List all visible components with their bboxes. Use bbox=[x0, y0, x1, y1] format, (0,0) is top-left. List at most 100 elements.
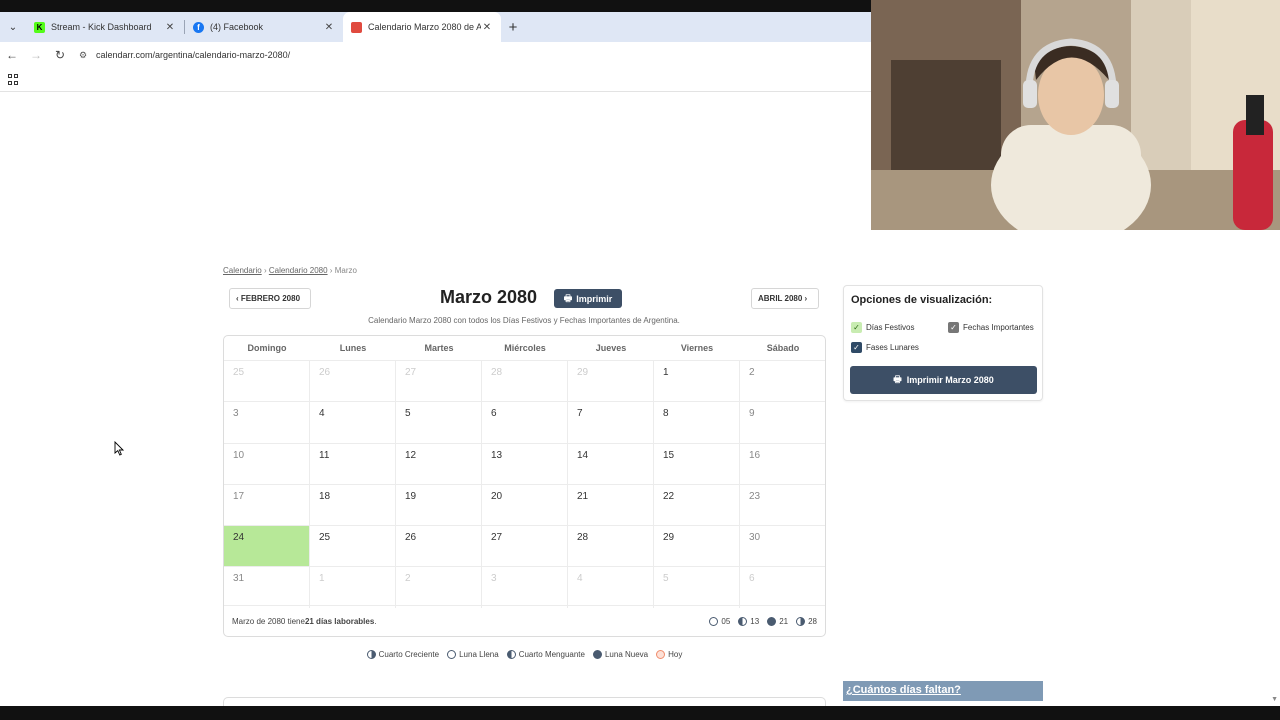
day-cell[interactable]: 29 bbox=[568, 360, 654, 402]
day-cell[interactable]: 27 bbox=[396, 360, 482, 402]
forward-arrow-icon[interactable]: → bbox=[24, 48, 48, 62]
option-label: Fases Lunares bbox=[866, 343, 919, 352]
bottom-strip bbox=[0, 706, 1280, 720]
moon-phase-item: 28 bbox=[796, 616, 817, 626]
day-cell[interactable]: 7 bbox=[568, 401, 654, 443]
day-cell[interactable]: 5 bbox=[654, 566, 740, 608]
first-quarter-icon bbox=[796, 616, 806, 626]
day-cell[interactable]: 23 bbox=[740, 483, 825, 525]
full-moon-icon bbox=[709, 616, 719, 626]
options-title: Opciones de visualización: bbox=[851, 294, 993, 306]
tab-kick[interactable]: K Stream - Kick Dashboard ✕ bbox=[26, 12, 184, 42]
option-fases-lunares[interactable]: ✓ Fases Lunares bbox=[851, 342, 919, 353]
day-cell[interactable]: 25 bbox=[310, 525, 396, 567]
mouse-cursor-icon bbox=[114, 440, 125, 461]
day-cell[interactable]: 28 bbox=[568, 525, 654, 567]
moon-phase-day: 28 bbox=[808, 616, 817, 626]
tab-bar: ⌄ K Stream - Kick Dashboard ✕ f (4) Face… bbox=[0, 12, 872, 42]
day-cell[interactable]: 29 bbox=[654, 525, 740, 567]
day-cell[interactable]: 11 bbox=[310, 442, 396, 484]
day-cell[interactable]: 8 bbox=[654, 401, 740, 443]
prev-month-button[interactable]: ‹ FEBRERO 2080 bbox=[229, 288, 311, 309]
day-cell[interactable]: 17 bbox=[224, 483, 310, 526]
page-title: Marzo 2080 bbox=[440, 287, 538, 307]
prev-month-label: FEBRERO 2080 bbox=[240, 294, 301, 303]
day-grid: 25 26 27 28 29 1 2 3 4 5 6 7 8 9 10 11 12 13 14 15 16 17 18 19 2… bbox=[224, 360, 825, 608]
day-cell[interactable]: 18 bbox=[310, 483, 396, 526]
day-cell[interactable]: 2 bbox=[740, 360, 825, 401]
breadcrumb-link-2080[interactable]: Calendario 2080 bbox=[269, 266, 328, 275]
day-cell[interactable]: 21 bbox=[568, 483, 654, 526]
print-month-button[interactable]: 🖶 Imprimir Marzo 2080 bbox=[850, 366, 1037, 394]
day-cell[interactable]: 13 bbox=[482, 442, 568, 484]
checkbox-checked-icon[interactable]: ✓ bbox=[948, 322, 959, 333]
option-dias-festivos[interactable]: ✓ Días Festivos bbox=[851, 322, 914, 333]
workdays-count: 21 días laborables bbox=[304, 616, 375, 626]
day-cell[interactable]: 19 bbox=[396, 483, 482, 526]
day-cell[interactable]: 4 bbox=[310, 401, 396, 443]
scroll-down-icon[interactable]: ▼ bbox=[1271, 696, 1278, 703]
url-field[interactable]: calendarr.com/argentina/calendario-marzo… bbox=[96, 50, 290, 60]
calendar-legend: Cuarto Creciente Luna Llena Cuarto Menguan… bbox=[223, 650, 826, 659]
day-cell[interactable]: 28 bbox=[482, 360, 568, 402]
day-cell-today[interactable]: 24 bbox=[224, 525, 310, 567]
day-cell[interactable]: 9 bbox=[740, 401, 825, 442]
day-cell[interactable]: 27 bbox=[482, 525, 568, 567]
day-cell[interactable]: 20 bbox=[482, 483, 568, 526]
weekday-label: Martes bbox=[424, 343, 454, 353]
day-cell[interactable]: 10 bbox=[224, 442, 310, 484]
new-moon-icon bbox=[592, 650, 602, 659]
moon-phase-item: 05 bbox=[709, 616, 731, 626]
reload-icon[interactable]: ↻ bbox=[48, 48, 72, 62]
checkbox-checked-icon[interactable]: ✓ bbox=[851, 322, 862, 333]
moon-phase-day: 13 bbox=[750, 616, 760, 626]
weekday-label: Jueves bbox=[595, 343, 627, 353]
day-cell[interactable]: 30 bbox=[740, 525, 825, 566]
moon-phase-day: 21 bbox=[779, 616, 789, 626]
countdown-link[interactable]: ¿Cuántos días faltan? bbox=[843, 681, 1043, 701]
day-cell[interactable]: 26 bbox=[396, 525, 482, 567]
day-cell[interactable]: 6 bbox=[740, 566, 825, 607]
breadcrumb-link-calendario[interactable]: Calendario bbox=[223, 266, 262, 275]
checkbox-checked-icon[interactable]: ✓ bbox=[851, 342, 862, 353]
day-cell[interactable]: 14 bbox=[568, 442, 654, 484]
apps-grid-icon[interactable] bbox=[8, 74, 19, 85]
day-cell[interactable]: 2 bbox=[396, 566, 482, 608]
legend-item: Cuarto Menguante bbox=[506, 650, 585, 659]
site-info-icon[interactable]: ⚙ bbox=[74, 50, 92, 61]
legend-label: Hoy bbox=[668, 650, 683, 659]
day-cell[interactable]: 16 bbox=[740, 442, 825, 484]
back-arrow-icon[interactable]: ← bbox=[0, 48, 24, 62]
day-cell[interactable]: 5 bbox=[396, 401, 482, 443]
day-cell[interactable]: 6 bbox=[482, 401, 568, 443]
day-cell[interactable]: 22 bbox=[654, 483, 740, 526]
breadcrumb-separator: › bbox=[263, 266, 267, 275]
tab-calendar[interactable]: Calendario Marzo 2080 de Argentina ✕ bbox=[343, 12, 501, 42]
calendar-icon bbox=[351, 21, 362, 33]
legend-item: Hoy bbox=[656, 650, 682, 659]
close-icon[interactable]: ✕ bbox=[481, 22, 493, 33]
tab-title: Stream - Kick Dashboard bbox=[51, 22, 152, 32]
day-cell[interactable]: 1 bbox=[654, 360, 740, 402]
tab-search-icon[interactable]: ⌄ bbox=[0, 12, 26, 42]
day-cell[interactable]: 31 bbox=[224, 566, 310, 608]
tab-facebook[interactable]: f (4) Facebook ✕ bbox=[185, 12, 343, 42]
new-tab-icon[interactable]: + bbox=[501, 12, 525, 42]
day-cell[interactable]: 15 bbox=[654, 442, 740, 484]
moon-phase-day: 05 bbox=[721, 616, 731, 626]
day-cell[interactable]: 3 bbox=[482, 566, 568, 608]
close-icon[interactable]: ✕ bbox=[323, 22, 335, 33]
day-cell[interactable]: 25 bbox=[224, 360, 310, 402]
day-cell[interactable]: 12 bbox=[396, 442, 482, 484]
day-cell[interactable]: 26 bbox=[310, 360, 396, 402]
next-month-button[interactable]: ABRIL 2080 › bbox=[751, 288, 819, 309]
print-button[interactable]: 🖶 Imprimir bbox=[554, 289, 622, 308]
day-cell[interactable]: 1 bbox=[310, 566, 396, 608]
day-cell[interactable]: 4 bbox=[568, 566, 654, 608]
close-icon[interactable]: ✕ bbox=[164, 22, 176, 33]
breadcrumb: Calendario › Calendario 2080 › Marzo bbox=[223, 266, 357, 275]
facebook-icon: f bbox=[193, 21, 204, 33]
option-label: Días Festivos bbox=[866, 323, 915, 332]
day-cell[interactable]: 3 bbox=[224, 401, 310, 443]
option-fechas-importantes[interactable]: ✓ Fechas Importantes bbox=[948, 322, 1034, 333]
